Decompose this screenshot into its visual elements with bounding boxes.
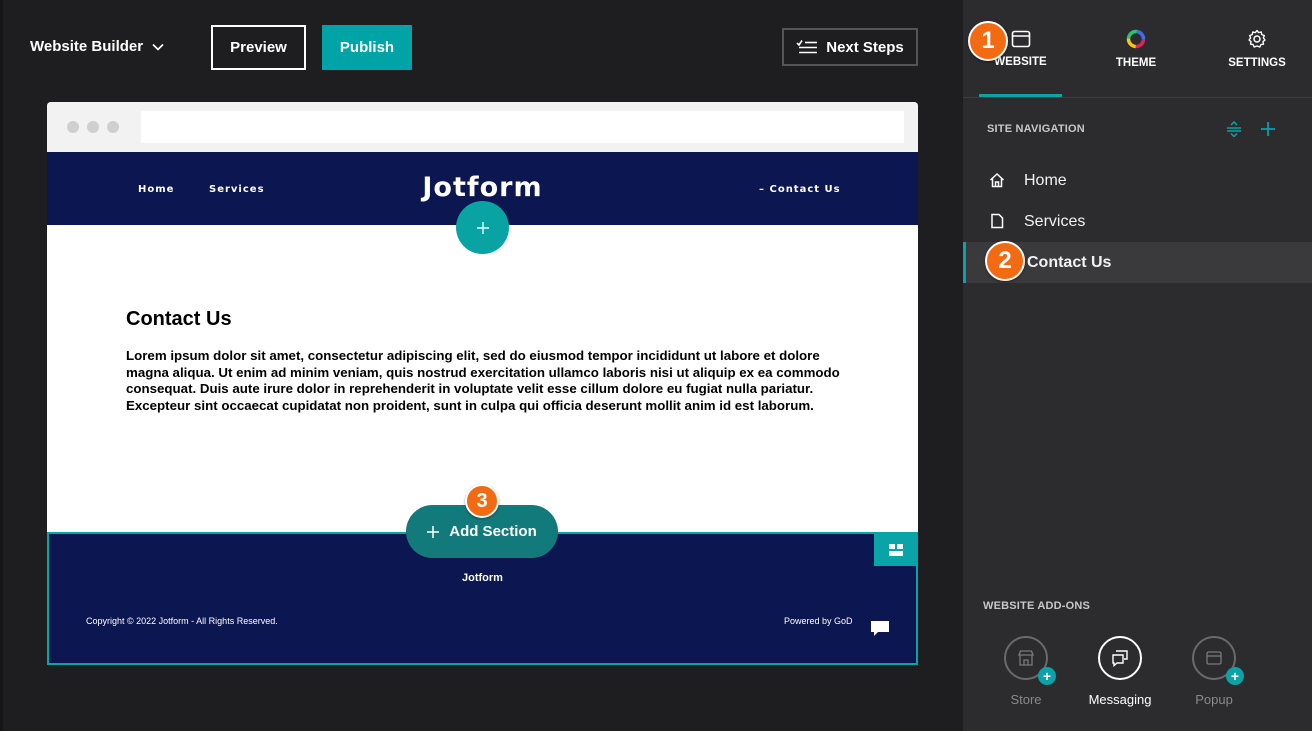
addon-messaging[interactable]: Messaging <box>1081 636 1159 707</box>
addon-popup[interactable]: + Popup <box>1183 636 1245 707</box>
step-badge-2: 2 <box>985 241 1025 281</box>
browser-chrome <box>47 102 918 152</box>
footer-powered-by: Powered by GoD <box>784 616 853 626</box>
addon-messaging-button[interactable] <box>1098 636 1142 680</box>
tab-theme-label: THEME <box>1115 56 1157 69</box>
page-icon <box>991 213 1004 229</box>
window-dot-icon <box>107 121 119 133</box>
add-section-top-button[interactable] <box>456 201 509 254</box>
color-wheel-icon <box>1126 29 1146 48</box>
popup-icon <box>1206 651 1222 665</box>
addon-store[interactable]: + Store <box>995 636 1057 707</box>
next-steps-label: Next Steps <box>826 38 904 56</box>
home-icon <box>989 172 1005 188</box>
window-edge <box>0 0 3 731</box>
nav-item-label: Home <box>1024 171 1067 189</box>
site-preview: Home Services Jotform – Contact Us Conta… <box>47 102 918 665</box>
section-layout-button[interactable] <box>874 534 918 566</box>
addon-label: Messaging <box>1088 692 1152 707</box>
active-tab-indicator <box>979 94 1062 97</box>
chevron-down-icon <box>152 43 164 51</box>
add-section-label: Add Section <box>449 523 537 540</box>
panel-tabs: WEBSITE THEME SETTINGS <box>963 0 1312 98</box>
addon-label: Popup <box>1195 692 1233 707</box>
addon-label: Store <box>1010 692 1042 707</box>
messaging-icon <box>1112 650 1128 667</box>
plus-icon <box>427 525 440 538</box>
nav-item-label: Services <box>1024 212 1086 230</box>
chat-icon <box>871 621 889 636</box>
page-body-text: Lorem ipsum dolor sit amet, consectetur … <box>126 348 840 413</box>
nav-item-home[interactable]: Home <box>963 160 1312 201</box>
chat-button[interactable] <box>854 606 906 652</box>
layout-grid-icon <box>889 544 903 556</box>
plus-icon: + <box>1038 667 1056 685</box>
tab-website-label: WEBSITE <box>994 55 1047 68</box>
preview-button[interactable]: Preview <box>211 25 306 70</box>
nav-item-services[interactable]: Services <box>963 201 1312 242</box>
plus-icon: + <box>1226 667 1244 685</box>
website-builder-menu[interactable]: Website Builder <box>30 38 165 55</box>
url-bar <box>141 111 904 143</box>
browser-window-icon <box>1011 30 1030 47</box>
step-badge-1: 1 <box>968 21 1008 61</box>
page-title: Contact Us <box>126 308 232 330</box>
nav-item-label: Contact Us <box>1027 253 1112 271</box>
tab-theme[interactable]: THEME <box>1096 0 1176 97</box>
add-page-icon[interactable] <box>1260 121 1276 137</box>
window-dot-icon <box>87 121 99 133</box>
footer-copyright: Copyright © 2022 Jotform - All Rights Re… <box>86 616 278 626</box>
tab-settings[interactable]: SETTINGS <box>1215 0 1299 97</box>
next-steps-button[interactable]: Next Steps <box>782 28 918 66</box>
reorder-icon[interactable] <box>1227 121 1241 137</box>
tab-settings-label: SETTINGS <box>1228 56 1286 69</box>
addon-store-button[interactable]: + <box>1004 636 1056 685</box>
window-dot-icon <box>67 121 79 133</box>
plus-icon <box>476 221 489 234</box>
site-navigation-label: SITE NAVIGATION <box>987 123 1085 135</box>
website-addons-label: WEBSITE ADD-ONS <box>983 600 1091 612</box>
checklist-icon <box>796 40 818 54</box>
publish-button[interactable]: Publish <box>322 25 412 70</box>
brand-label: Website Builder <box>30 38 144 55</box>
addon-popup-button[interactable]: + <box>1192 636 1244 685</box>
step-badge-3: 3 <box>465 484 499 518</box>
store-icon <box>1018 650 1034 666</box>
gear-icon <box>1248 29 1266 48</box>
right-panel: WEBSITE THEME SETTINGS 1 SITE NAVIGATION <box>963 0 1312 731</box>
footer-logo: Jotform <box>462 572 503 584</box>
site-nav-contact[interactable]: – Contact Us <box>759 184 841 195</box>
